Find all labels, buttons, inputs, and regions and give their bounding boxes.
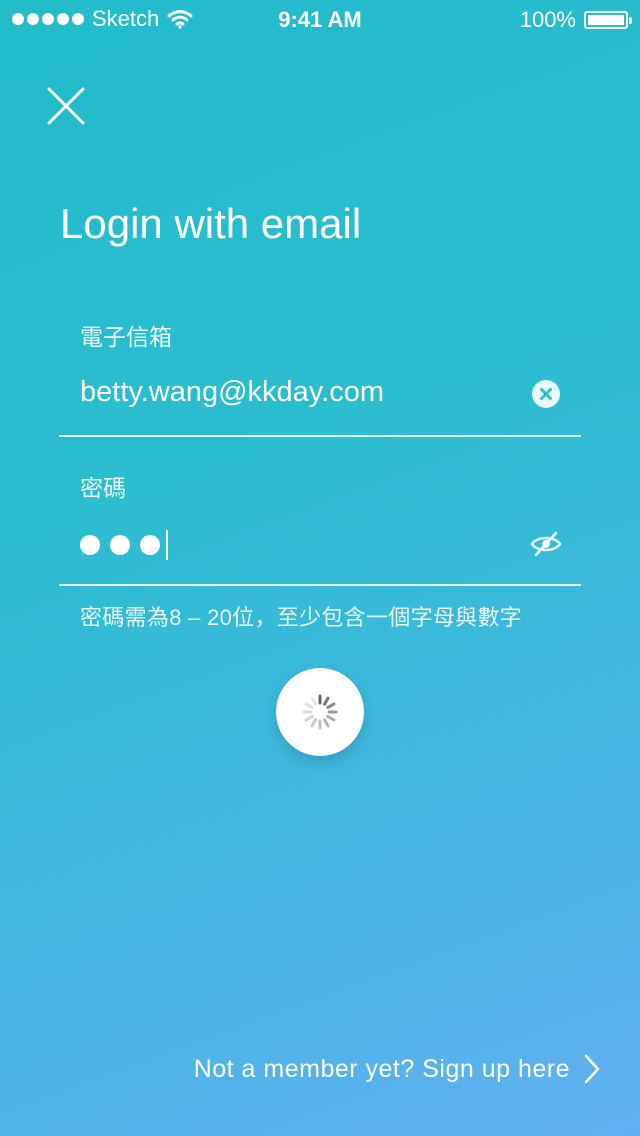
password-mask-dot [80, 535, 100, 555]
password-hint: 密碼需為8 – 20位，至少包含一個字母與數字 [80, 605, 523, 630]
email-field[interactable]: betty.wang@kkday.com [80, 376, 384, 409]
battery-percent: 100% [519, 7, 576, 32]
close-icon [47, 87, 85, 125]
spinner-icon [302, 694, 338, 730]
password-mask-dot [110, 535, 130, 555]
text-caret [166, 530, 168, 560]
signup-link-text: Not a member yet? Sign up here [193, 1054, 570, 1083]
email-label: 電子信箱 [80, 324, 172, 350]
password-label: 密碼 [80, 475, 126, 501]
password-field[interactable] [80, 530, 168, 560]
submit-button-loading[interactable] [276, 668, 364, 756]
signup-link[interactable]: Not a member yet? Sign up here [194, 1054, 600, 1084]
toggle-password-visibility-button[interactable] [530, 530, 562, 558]
password-mask-dot [140, 535, 160, 555]
battery-icon [584, 11, 632, 29]
email-underline [59, 435, 581, 437]
chevron-right-icon [584, 1054, 600, 1084]
eye-slash-icon [530, 531, 562, 557]
page-title: Login with email [60, 200, 362, 247]
status-right: 100% [519, 7, 632, 33]
clear-icon [540, 388, 552, 400]
status-bar: Sketch 9:41 AM 100% [0, 0, 640, 40]
password-underline [59, 584, 581, 586]
close-button[interactable] [44, 84, 88, 128]
clear-email-button[interactable] [532, 380, 560, 408]
